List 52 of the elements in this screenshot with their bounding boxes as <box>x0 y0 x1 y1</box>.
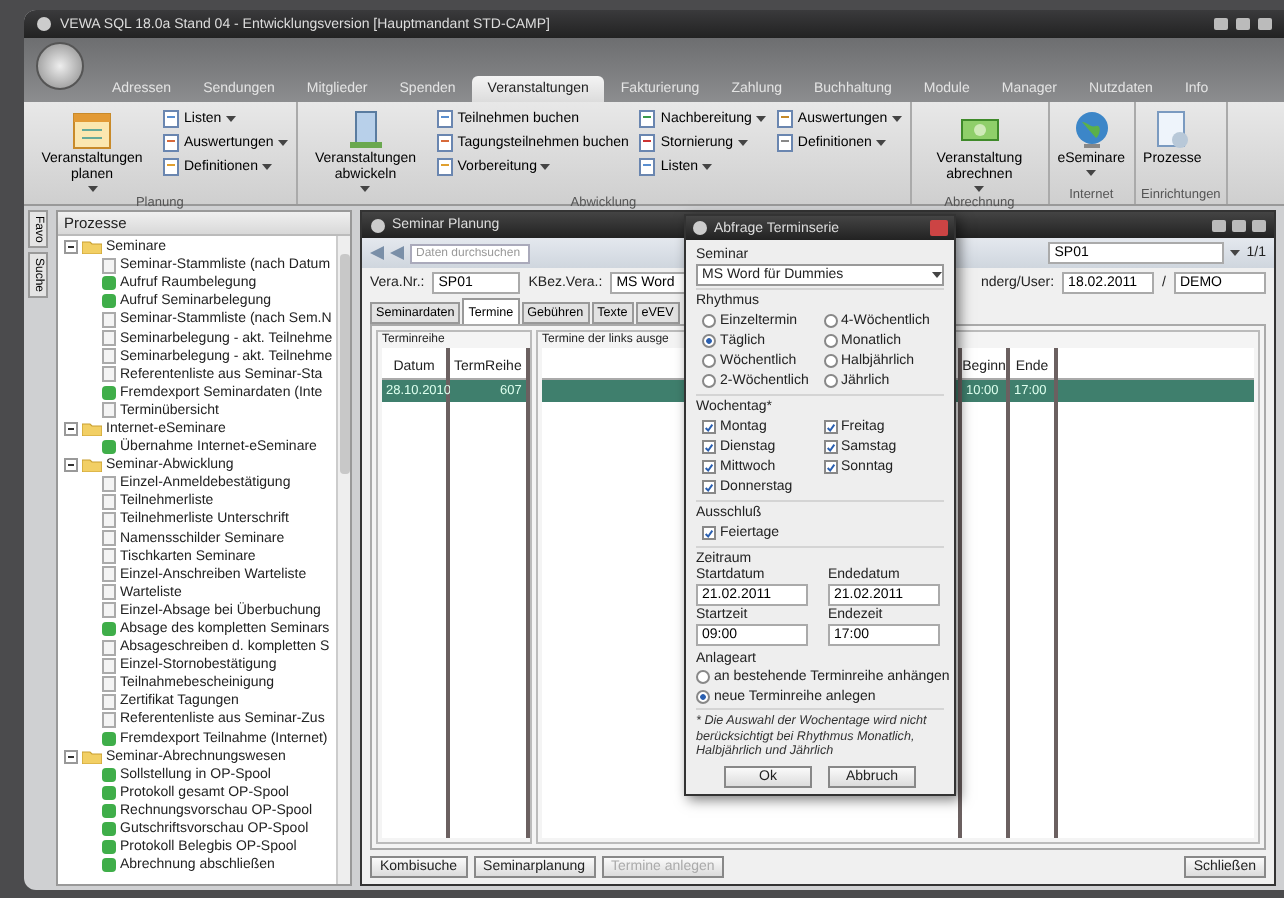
caret-icon <box>261 163 272 169</box>
document-icon <box>638 133 657 151</box>
caret-icon <box>277 139 288 145</box>
caret-icon <box>737 139 748 145</box>
document-icon <box>1152 110 1193 150</box>
caret-icon <box>875 139 886 145</box>
document-icon <box>102 402 116 419</box>
caret-icon <box>360 186 371 192</box>
caret-icon <box>225 115 236 121</box>
building-icon <box>345 110 386 150</box>
document-icon <box>435 109 454 127</box>
document-icon <box>638 109 657 127</box>
caret-icon <box>891 115 902 121</box>
document-icon <box>162 109 180 127</box>
collapse-icon[interactable] <box>64 240 78 255</box>
document-icon <box>775 133 794 151</box>
globe-icon <box>1071 110 1112 150</box>
document-icon <box>102 257 116 274</box>
checkmark-icon <box>704 527 714 539</box>
document-icon <box>435 157 454 175</box>
folder-icon <box>82 240 102 255</box>
document-icon <box>775 109 794 127</box>
previous-icon[interactable] <box>390 246 404 260</box>
app-icon <box>692 220 708 236</box>
process-icon <box>102 622 116 637</box>
process-icon <box>102 440 116 455</box>
caret-icon <box>755 115 766 121</box>
collapse-icon[interactable] <box>64 749 78 764</box>
folder-icon <box>82 458 102 473</box>
app-icon <box>370 217 386 233</box>
caret-icon <box>1230 250 1241 256</box>
caret-icon <box>702 163 713 169</box>
collapse-icon[interactable] <box>64 458 78 473</box>
process-icon <box>102 731 116 746</box>
process-icon <box>102 385 116 400</box>
caret-icon <box>974 186 985 192</box>
app-icon <box>36 16 52 32</box>
folder-icon <box>82 749 102 764</box>
caret-icon <box>1086 170 1097 176</box>
caret-icon <box>932 272 942 278</box>
folder-icon <box>82 421 102 436</box>
calendar-icon <box>72 110 112 150</box>
document-icon <box>162 133 180 151</box>
caret-icon <box>87 186 97 192</box>
app-menu-button[interactable] <box>36 42 84 90</box>
collapse-icon[interactable] <box>64 421 78 436</box>
document-icon <box>638 157 657 175</box>
document-icon <box>162 157 180 175</box>
document-icon <box>435 133 454 151</box>
caret-icon <box>540 163 551 169</box>
first-record-icon[interactable] <box>370 246 384 260</box>
scrollbar[interactable] <box>336 236 350 884</box>
